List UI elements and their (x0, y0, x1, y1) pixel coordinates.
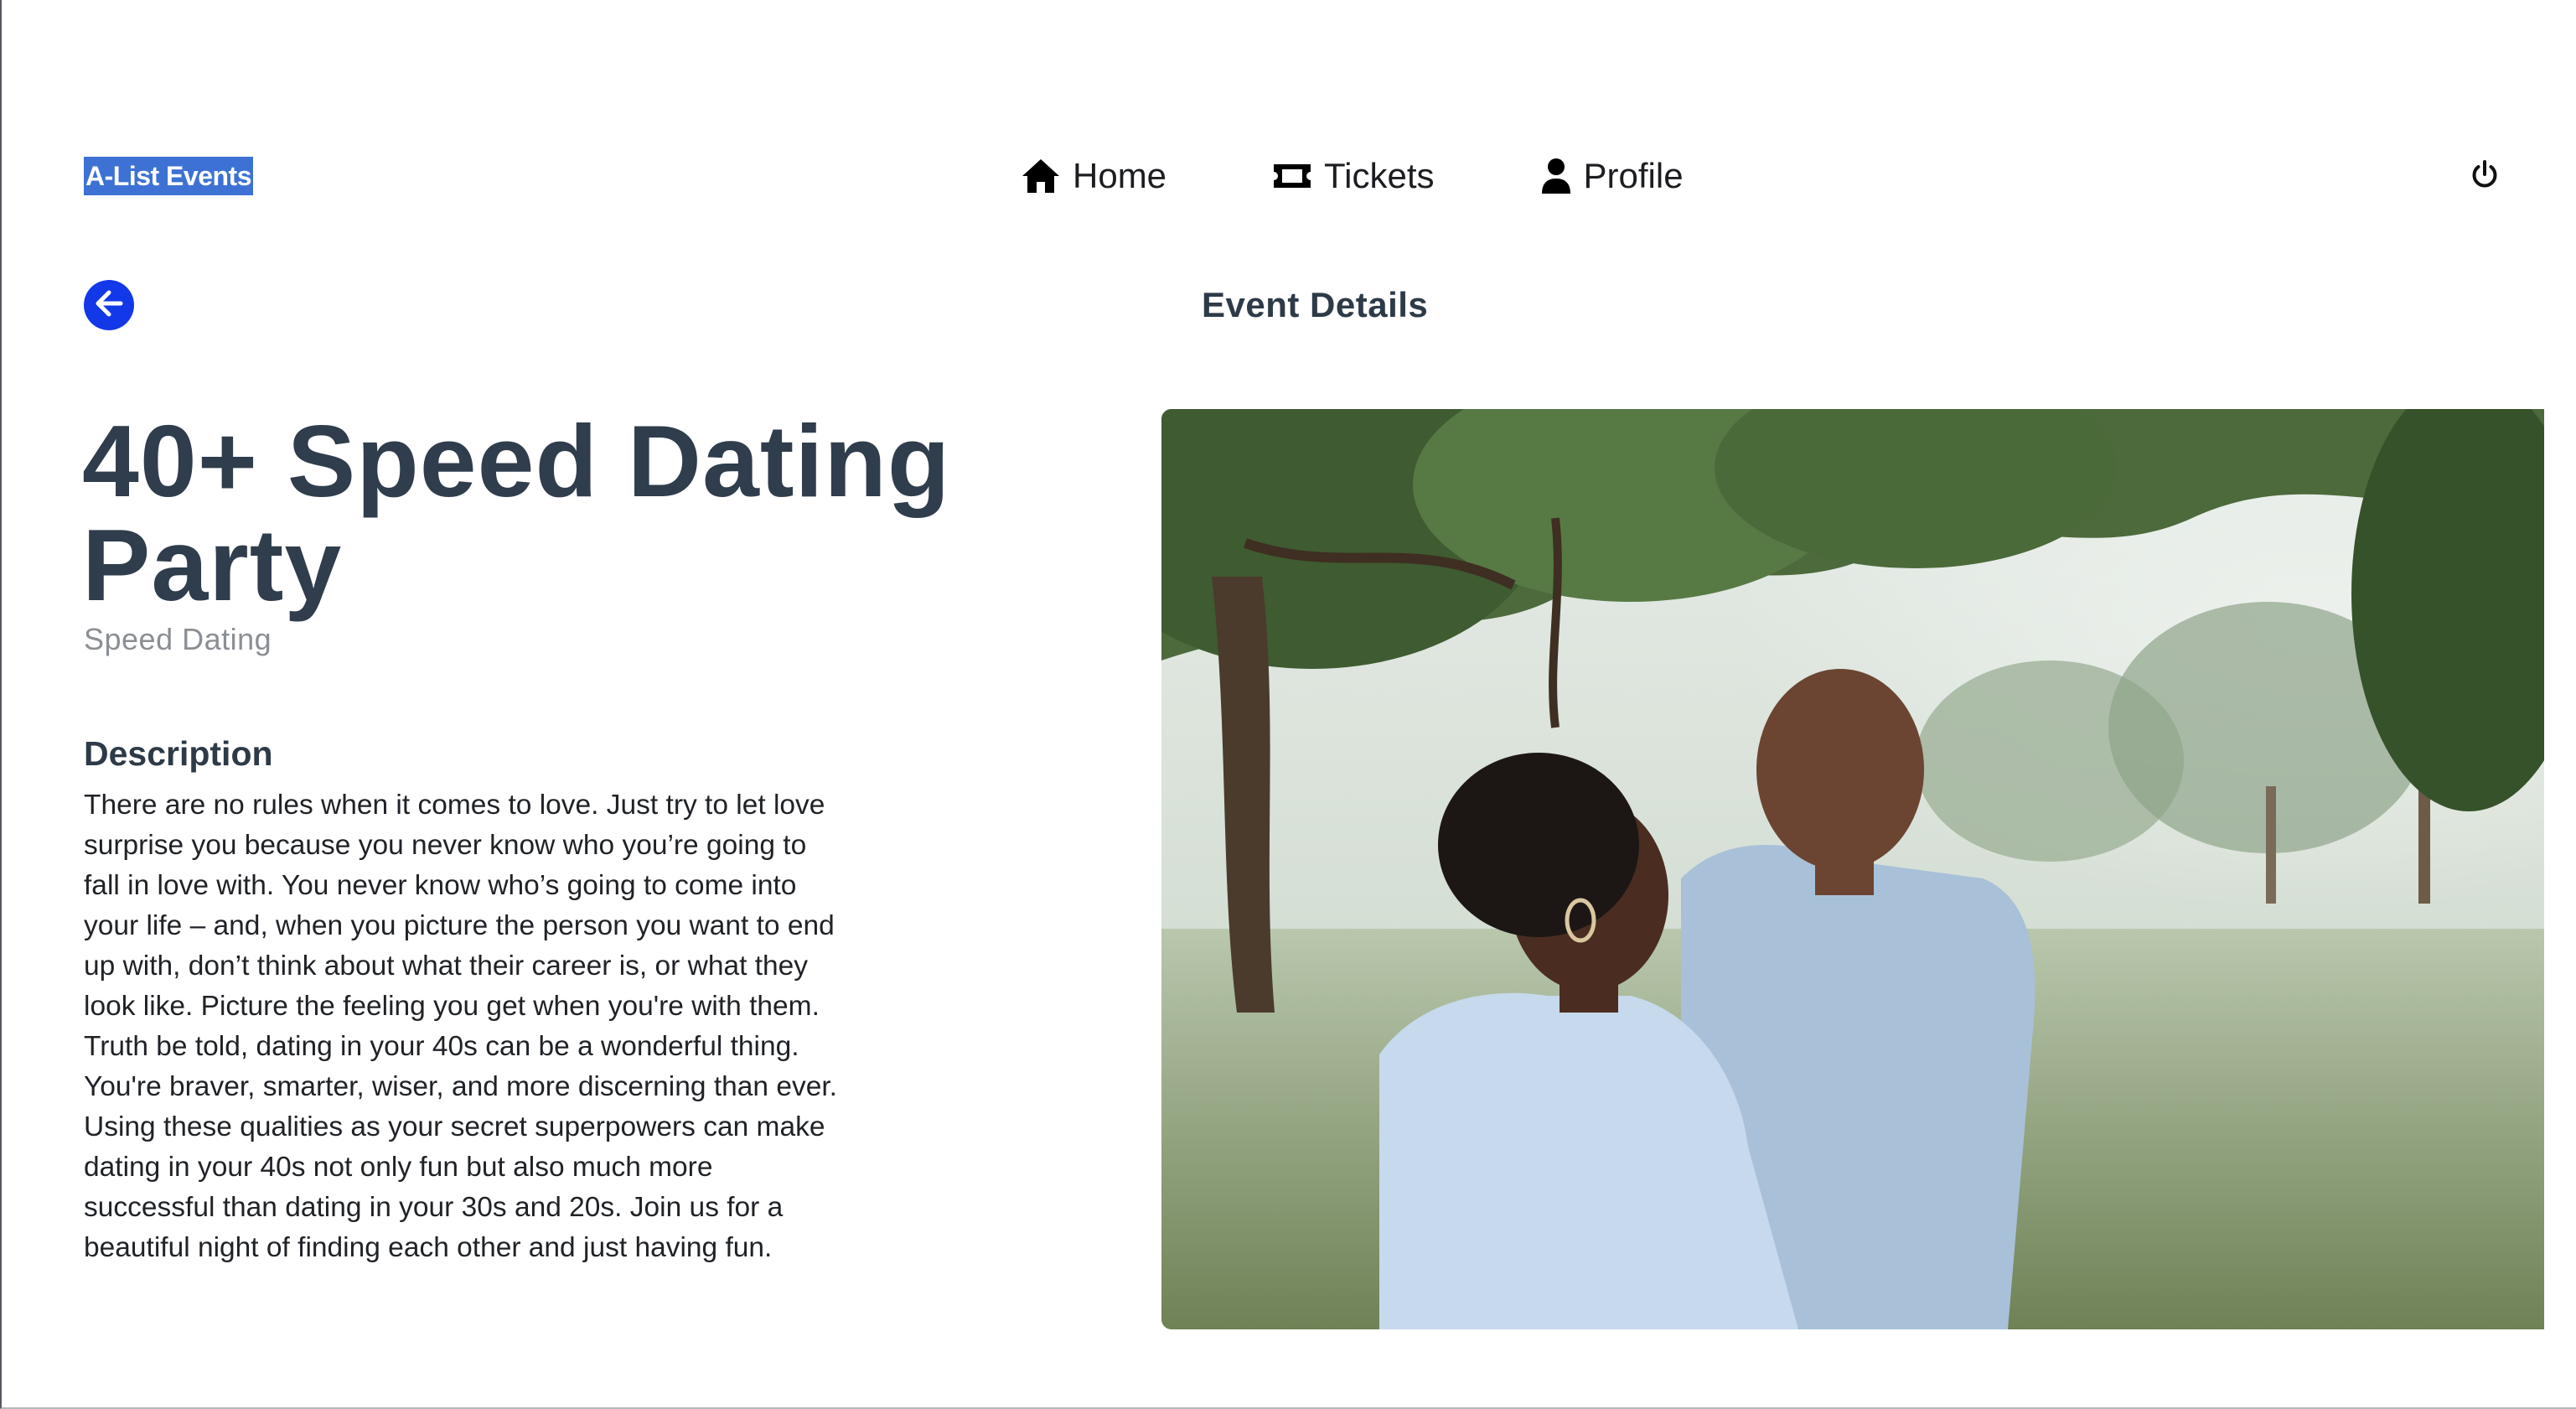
home-icon (1021, 158, 1061, 194)
event-category: Speed Dating (84, 622, 272, 656)
nav-item-profile[interactable]: Profile (1540, 156, 1684, 196)
section-title: Event Details (1202, 285, 1429, 324)
nav-item-label: Profile (1583, 156, 1684, 195)
power-icon[interactable] (2469, 159, 2501, 191)
event-details-page: A-List Events Home Tickets Profile Event… (0, 0, 2576, 1409)
ticket-icon (1272, 161, 1312, 191)
event-title: 40+ Speed Dating Party (82, 404, 951, 622)
nav-item-tickets[interactable]: Tickets (1272, 156, 1435, 196)
nav-item-home[interactable]: Home (1021, 156, 1166, 196)
brand-logo[interactable]: A-List Events (84, 157, 253, 195)
main-nav: Home Tickets Profile (1021, 151, 1684, 201)
user-icon (1540, 158, 1572, 194)
nav-item-label: Tickets (1324, 156, 1435, 195)
back-button[interactable] (84, 280, 134, 330)
event-photo (1161, 409, 2544, 1329)
description-text: There are no rules when it comes to love… (84, 790, 837, 1263)
nav-item-label: Home (1073, 156, 1167, 195)
arrow-left-icon (94, 290, 124, 321)
description-heading: Description (84, 734, 273, 773)
